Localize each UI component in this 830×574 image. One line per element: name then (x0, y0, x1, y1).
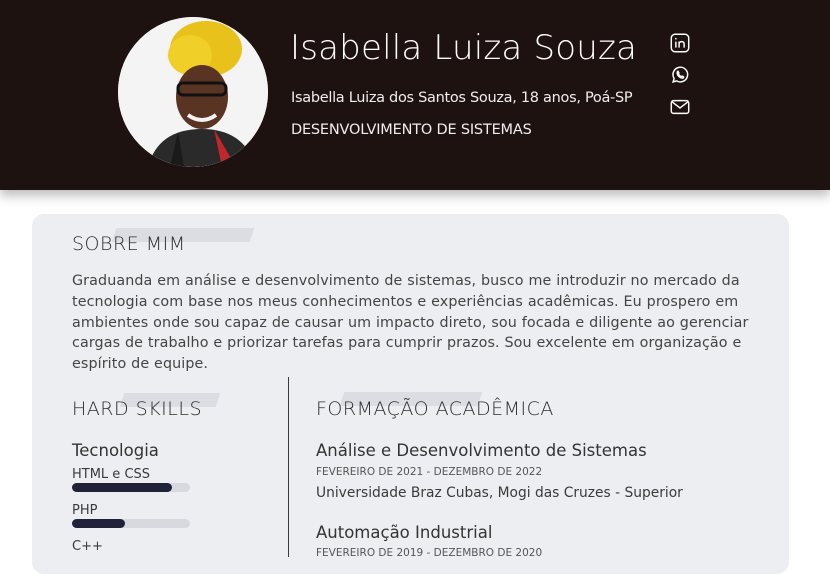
profile-subtitle: Isabella Luiza dos Santos Souza, 18 anos… (291, 90, 633, 106)
whatsapp-icon (669, 64, 691, 86)
skill-group-title: Tecnologia (72, 441, 159, 460)
skill-label: C++ (72, 539, 103, 554)
mail-icon (669, 96, 691, 118)
skill-bar (72, 483, 190, 492)
about-text: Graduanda em análise e desenvolvimento d… (72, 273, 749, 373)
profile-role: DESENVOLVIMENTO DE SISTEMAS (291, 122, 532, 138)
course-dates: FEVEREIRO DE 2019 - DEZEMBRO DE 2020 (316, 547, 543, 559)
profile-header: Isabella Luiza Souza Isabella Luiza dos … (0, 0, 830, 190)
course-title: Automação Industrial (316, 523, 493, 542)
course-title: Análise e Desenvolvimento de Sistemas (316, 441, 647, 460)
profile-photo (118, 17, 268, 167)
about-title: SOBRE MIM (72, 233, 186, 255)
skill-bar (72, 519, 190, 528)
avatar (118, 17, 268, 167)
skill-bar-fill (72, 483, 173, 492)
skill-label: PHP (72, 503, 98, 518)
profile-name: Isabella Luiza Souza (290, 28, 638, 68)
whatsapp-link[interactable] (669, 64, 691, 86)
education-title: FORMAÇÃO ACADÊMICA (316, 398, 554, 420)
skill-bar-fill (72, 519, 126, 528)
linkedin-link[interactable] (669, 32, 691, 54)
linkedin-icon (669, 32, 691, 54)
skills-title: HARD SKILLS (72, 398, 203, 420)
email-link[interactable] (669, 96, 691, 118)
course-institution: Universidade Braz Cubas, Mogi das Cruzes… (316, 485, 683, 501)
column-divider (288, 377, 289, 557)
course-dates: FEVEREIRO DE 2021 - DEZEMBRO DE 2022 (316, 466, 543, 478)
skill-label: HTML e CSS (72, 467, 151, 482)
